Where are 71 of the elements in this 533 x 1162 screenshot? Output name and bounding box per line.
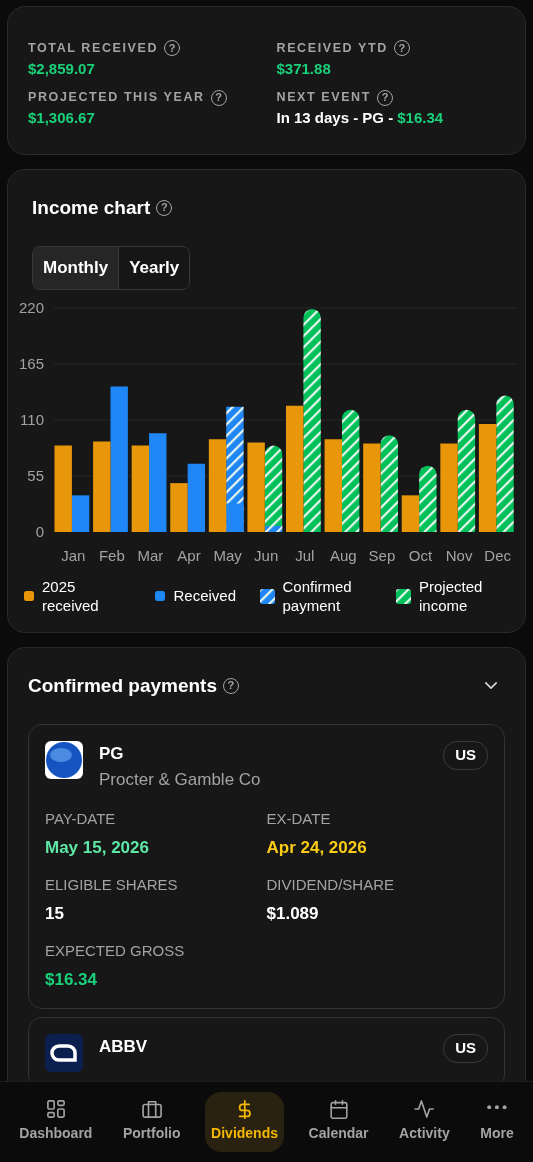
nav-tab[interactable]: Portfolio	[117, 1092, 187, 1152]
legend-swatch-icon	[259, 588, 275, 604]
axis-tick-label: 165	[18, 354, 44, 372]
stat-value: In 13 days - PG -	[276, 108, 394, 128]
stat-label: RECEIVED YTD	[276, 40, 388, 57]
market-badge: US	[443, 1034, 488, 1063]
chart-bar	[187, 463, 206, 532]
field-label: ELIGIBLE SHARES	[45, 875, 179, 895]
ticker-symbol: PG	[99, 743, 125, 765]
chart-bar	[170, 482, 188, 532]
stat-value: $1,306.67	[28, 108, 95, 128]
field-label: PAY-DATE	[45, 809, 117, 829]
axis-category-label: Dec	[484, 546, 512, 564]
legend-label: Projected income	[419, 576, 484, 616]
field-value: $1.089	[266, 902, 320, 925]
axis-category-label: Nov	[445, 546, 473, 564]
axis-category-label: Oct	[408, 546, 433, 564]
dashboard-icon	[44, 1100, 67, 1118]
nav-tab[interactable]: Dashboard	[13, 1092, 99, 1152]
axis-tick-label: 110	[20, 410, 44, 428]
axis-category-label: Aug	[330, 546, 357, 564]
payment-card[interactable]: ABBV US	[28, 1017, 505, 1081]
pulse-icon	[412, 1100, 437, 1118]
field-value: Apr 24, 2026	[266, 836, 368, 859]
axis-category-label: Jan	[61, 546, 86, 564]
ticker-symbol: ABBV	[99, 1036, 148, 1058]
calendar-icon	[327, 1100, 350, 1120]
axis-category-label: May	[213, 546, 242, 564]
payment-card[interactable]: PG Procter & Gamble Co US PAY-DATE May 15, 2026 EX-DATE Apr 24, 2026 ELIGIBLE SHARES 15 DIVIDEND/SHARE $1.089 EXPECTED GROSS $16.34	[28, 724, 505, 1009]
stat-label: NEXT EVENT	[276, 89, 371, 107]
section-title: Confirmed payments	[28, 673, 217, 698]
market-badge: US	[443, 741, 488, 770]
axis-tick-label: 55	[27, 466, 44, 484]
toggle-option[interactable]: Yearly	[118, 247, 190, 289]
stat-label: TOTAL RECEIVED	[28, 40, 159, 57]
logo-icon	[45, 741, 83, 779]
chevron-down-icon[interactable]	[485, 682, 497, 690]
more-icon	[487, 1104, 507, 1110]
axis-tick-label: 220	[18, 298, 44, 316]
stat-label: PROJECTED THIS YEAR	[28, 89, 205, 107]
axis-category-label: Jul	[295, 546, 315, 564]
field-value: May 15, 2026	[45, 836, 150, 859]
section-title: Income chart	[32, 195, 151, 220]
company-name: Procter & Gamble Co	[99, 768, 261, 791]
legend-label: Confirmed payment	[282, 576, 353, 616]
legend-swatch-icon	[155, 591, 166, 601]
legend-label: 2025 received	[42, 576, 100, 616]
axis-category-label: Feb	[98, 546, 125, 564]
legend-label: Received	[173, 586, 237, 606]
stat-value: $371.88	[276, 58, 331, 79]
nav-tab[interactable]: Calendar	[302, 1092, 375, 1152]
legend-swatch-icon	[24, 591, 34, 601]
field-value: 15	[45, 902, 65, 925]
field-label: DIVIDEND/SHARE	[266, 875, 396, 895]
stat-value: $2,859.07	[28, 58, 95, 79]
nav-tab[interactable]: Dividends	[205, 1092, 284, 1152]
axis-category-label: Apr	[177, 546, 201, 564]
axis-category-label: Mar	[137, 546, 164, 564]
stat-amount: $16.34	[397, 108, 444, 128]
toggle-option[interactable]: Monthly	[33, 247, 119, 289]
legend-swatch-icon	[396, 588, 411, 604]
briefcase-icon	[139, 1100, 164, 1118]
field-label: EXPECTED GROSS	[45, 941, 186, 961]
axis-tick-label: 0	[35, 522, 44, 540]
field-label: EX-DATE	[266, 809, 332, 829]
axis-category-label: Sep	[368, 546, 396, 564]
axis-category-label: Jun	[254, 546, 279, 564]
nav-tab[interactable]: More	[474, 1092, 520, 1152]
field-value: $16.34	[45, 968, 98, 991]
logo-icon	[45, 1034, 83, 1072]
nav-tab[interactable]: Activity	[393, 1092, 456, 1152]
